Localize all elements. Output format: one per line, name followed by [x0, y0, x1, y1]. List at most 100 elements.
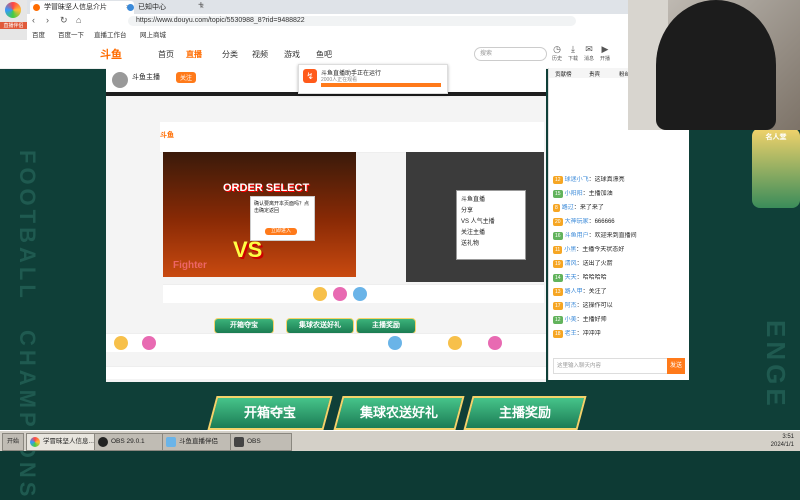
message-icon[interactable]: ✉ 消息: [582, 44, 596, 62]
chat-input[interactable]: 这里输入聊天内容: [553, 358, 668, 374]
level-badge: 17: [553, 302, 563, 310]
webcam-person: [656, 0, 776, 130]
level-badge: 14: [553, 274, 563, 282]
url-input[interactable]: https://www.douyu.com/topic/5530988_8?ri…: [128, 16, 576, 26]
search-input[interactable]: 搜索: [474, 47, 547, 61]
download-notice[interactable]: ↯ 斗鱼直播助手正在运行 2000人正在观看: [298, 64, 448, 94]
chat-username[interactable]: 小美: [565, 317, 577, 323]
big-open-box-button[interactable]: 开箱夺宝: [207, 396, 333, 430]
gift-icon[interactable]: [388, 336, 402, 350]
chat-username[interactable]: 阿杰: [565, 303, 577, 309]
gift-icon[interactable]: [333, 287, 347, 301]
chat-text: 哈哈哈哈: [582, 275, 607, 281]
tab-contrib[interactable]: 贡献榜: [555, 70, 572, 78]
gift-icon[interactable]: [448, 336, 462, 350]
chat-text: 送出了火箭: [582, 261, 613, 267]
bookmark-item[interactable]: 百度: [32, 29, 45, 39]
popup-item[interactable]: 斗鱼直播: [461, 195, 521, 206]
open-box-button[interactable]: 开箱夺宝: [214, 318, 274, 334]
taskbar-label: OBS: [247, 438, 261, 445]
assistant-icon: [166, 437, 176, 447]
site-logo[interactable]: 斗鱼: [100, 46, 122, 62]
chat-username[interactable]: 小阳阳: [565, 191, 583, 197]
follow-button[interactable]: 关注: [176, 72, 197, 83]
tab-second[interactable]: 已知中心 ×: [124, 1, 208, 14]
live-icon[interactable]: ▶ 开播: [598, 44, 612, 62]
popup-item[interactable]: 送礼物: [461, 239, 521, 250]
popup-item[interactable]: VS 人气主播: [461, 217, 521, 228]
badge-title: 名人堂: [765, 134, 787, 141]
tab-label: 学冒昧坚人信息介片: [44, 4, 107, 11]
chat-username[interactable]: 球迷小飞: [565, 177, 589, 183]
live-label: 开播: [599, 56, 610, 62]
taskbar-label: OBS 29.0.1: [111, 438, 145, 445]
popup-item[interactable]: 分享: [461, 206, 521, 217]
popup-item[interactable]: 关注主播: [461, 228, 521, 239]
chat-username[interactable]: 老王: [565, 331, 577, 337]
big-streamer-reward-button[interactable]: 主播奖励: [463, 396, 587, 430]
nav-category[interactable]: 分类: [222, 49, 238, 60]
chat-username[interactable]: 斗鱼用户: [565, 233, 589, 239]
chat-username[interactable]: 天天: [565, 275, 577, 281]
nav-video[interactable]: 视频: [252, 49, 268, 60]
nav-game[interactable]: 游戏: [284, 49, 300, 60]
chat-message: 13 路人甲：关注了: [553, 288, 685, 296]
nav-home[interactable]: 首页: [158, 49, 174, 60]
gift-row: [106, 333, 546, 352]
taskbar-obs2[interactable]: OBS: [230, 433, 292, 451]
deco-text-left-2: CHAMPIONS: [15, 330, 40, 500]
gift-icon[interactable]: [313, 287, 327, 301]
nested-site-header: 斗鱼: [160, 122, 544, 153]
level-badge: 20: [553, 218, 563, 226]
dialog-enter-button[interactable]: 立即进入: [265, 228, 297, 235]
address-bar-row: ‹ › ↻ ⌂ https://www.douyu.com/topic/5530…: [0, 14, 628, 29]
chat-message: 20 大神玩家：666666: [553, 218, 685, 226]
chat-username[interactable]: 大神玩家: [565, 219, 589, 225]
level-badge: 13: [553, 288, 563, 296]
start-button[interactable]: 开始: [2, 433, 24, 451]
send-button[interactable]: 发送: [667, 358, 685, 374]
chat-username[interactable]: 路过: [562, 205, 574, 211]
desktop-app-icon[interactable]: 直播伴侣: [0, 0, 27, 40]
avatar[interactable]: [112, 72, 128, 88]
bookmark-item[interactable]: 直播工作台: [94, 29, 127, 39]
big-collect-ball-button[interactable]: 集球农送好礼: [333, 396, 465, 430]
gift-icon[interactable]: [142, 336, 156, 350]
page-favicon-icon: [127, 4, 134, 11]
chat-message: 15 小阳阳：主播加油: [553, 190, 685, 198]
chat-username[interactable]: 小黑: [564, 247, 576, 253]
tab-vip[interactable]: 贵宾: [589, 70, 600, 78]
chat-username[interactable]: 路人甲: [565, 289, 583, 295]
tab-active[interactable]: 学冒昧坚人信息介片 ×: [30, 1, 134, 14]
clock[interactable]: 3:51 2024/1/1: [771, 433, 794, 449]
collect-ball-button[interactable]: 集球农送好礼: [286, 318, 354, 334]
gift-icon[interactable]: [114, 336, 128, 350]
streamer-reward-button[interactable]: 主播奖励: [356, 318, 416, 334]
context-popup: 斗鱼直播 分享 VS 人气主播 关注主播 送礼物: [456, 190, 526, 260]
back-icon[interactable]: ‹: [32, 15, 35, 25]
download-icon[interactable]: ⤓ 下载: [566, 44, 580, 62]
home-icon[interactable]: ⌂: [76, 15, 81, 25]
player-bottom-bar: [106, 366, 546, 379]
app-label: 直播伴侣: [0, 22, 27, 29]
gift-icon[interactable]: [488, 336, 502, 350]
chat-username[interactable]: 清风: [565, 261, 577, 267]
big-btn-label: 集球农送好礼: [359, 405, 438, 420]
new-tab-icon[interactable]: +: [198, 0, 204, 11]
chat-text: 主播加油: [588, 191, 613, 197]
forward-icon[interactable]: ›: [46, 15, 49, 25]
douyu-favicon-icon: [33, 4, 40, 11]
chat-text: 这球真漂亮: [594, 177, 625, 183]
gift-icon[interactable]: [353, 287, 367, 301]
chat-text: 冲冲冲: [582, 331, 601, 337]
history-icon[interactable]: ◷ 历史: [550, 44, 564, 62]
bookmark-item[interactable]: 网上商城: [140, 29, 166, 39]
browser-icon: [30, 437, 40, 447]
notice-icon: ↯: [303, 69, 317, 83]
nav-live[interactable]: 直播: [186, 49, 202, 60]
bookmark-item[interactable]: 百度一下: [58, 29, 84, 39]
nav-yuba[interactable]: 鱼吧: [316, 49, 332, 60]
refresh-icon[interactable]: ↻: [60, 15, 68, 26]
hall-of-fame-badge[interactable]: 名人堂: [752, 128, 800, 208]
chat-message: 19 清风：送出了火箭: [553, 260, 685, 268]
